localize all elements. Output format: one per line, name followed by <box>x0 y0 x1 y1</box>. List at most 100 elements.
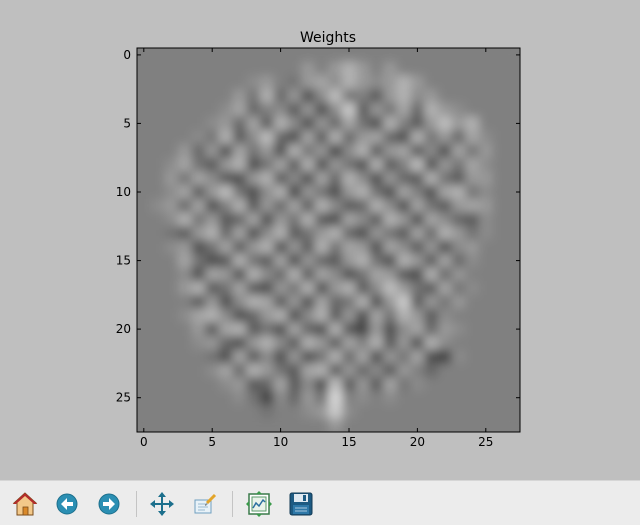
heatmap-cell <box>287 418 302 432</box>
heatmap-cell <box>355 336 371 351</box>
heatmap-cell <box>260 185 275 200</box>
heatmap-cell <box>451 157 466 173</box>
heatmap-cell <box>355 171 371 186</box>
heatmap-cell <box>328 171 343 186</box>
heatmap-cell <box>191 390 206 406</box>
heatmap-cell <box>219 281 234 296</box>
heatmap-cell <box>383 240 398 255</box>
heatmap-cell <box>342 349 357 365</box>
heatmap-cell <box>191 377 206 392</box>
heatmap-cell <box>492 294 507 310</box>
heatmap-cell <box>478 102 494 118</box>
heatmap-cell <box>191 253 206 269</box>
heatmap-cell <box>410 336 425 351</box>
heatmap-cell <box>369 226 384 241</box>
heatmap-cell <box>465 390 480 406</box>
heatmap-cell <box>355 185 371 200</box>
heatmap-cell <box>492 48 507 63</box>
home-button[interactable] <box>10 489 40 519</box>
back-button[interactable] <box>52 489 82 519</box>
heatmap-cell <box>506 336 520 351</box>
heatmap-cell <box>246 61 261 77</box>
heatmap-cell <box>342 267 357 282</box>
heatmap-cell <box>396 390 412 406</box>
heatmap-cell <box>342 377 357 392</box>
heatmap-cell <box>424 322 439 337</box>
heatmap-cell <box>150 116 165 131</box>
heatmap-cell <box>369 281 384 296</box>
heatmap-cell <box>205 240 220 255</box>
heatmap-cell <box>342 198 357 214</box>
pan-button[interactable] <box>147 489 177 519</box>
heatmap-cell <box>506 281 520 296</box>
heatmap-cell <box>164 418 179 432</box>
heatmap-cell <box>287 404 302 419</box>
heatmap-cell <box>301 390 316 406</box>
heatmap-cell <box>328 404 343 419</box>
heatmap-cell <box>314 308 330 323</box>
heatmap-cell <box>424 349 439 365</box>
heatmap-cell <box>150 198 165 214</box>
configure-subplots-button[interactable] <box>244 489 274 519</box>
heatmap-cell <box>178 61 193 77</box>
heatmap-cell <box>396 102 412 118</box>
heatmap-cell <box>150 390 165 406</box>
heatmap-cell <box>137 308 152 323</box>
heatmap-cell <box>260 171 275 186</box>
heatmap-cell <box>301 377 316 392</box>
heatmap-cell <box>150 281 165 296</box>
heatmap-cell <box>478 377 494 392</box>
heatmap-cell <box>492 89 507 104</box>
heatmap-cell <box>451 336 466 351</box>
heatmap-cell <box>328 48 343 63</box>
heatmap-cell <box>506 198 520 214</box>
heatmap-cell <box>492 281 507 296</box>
heatmap-cell <box>232 171 248 186</box>
heatmap-cell <box>465 48 480 63</box>
heatmap-cell <box>424 185 439 200</box>
heatmap-cell <box>219 226 234 241</box>
forward-button[interactable] <box>94 489 124 519</box>
heatmap-cell <box>191 267 206 282</box>
save-button[interactable] <box>286 489 316 519</box>
heatmap-cell <box>478 144 494 159</box>
heatmap-cell <box>396 130 412 145</box>
heatmap-cell <box>301 322 316 337</box>
x-tick-label: 0 <box>140 435 148 449</box>
heatmap-cell <box>164 157 179 173</box>
heatmap-cell <box>205 61 220 77</box>
heatmap-cell <box>232 116 248 131</box>
heatmap-cell <box>164 404 179 419</box>
heatmap-cell <box>273 294 289 310</box>
heatmap-cell <box>260 212 275 227</box>
heatmap-cell <box>164 363 179 378</box>
heatmap-cell <box>410 102 425 118</box>
heatmap-cell <box>137 363 152 378</box>
heatmap-cell <box>342 253 357 269</box>
heatmap-cell <box>383 281 398 296</box>
heatmap-cell <box>273 404 289 419</box>
heatmap-cell <box>164 390 179 406</box>
home-icon <box>12 492 38 516</box>
heatmap-cell <box>492 226 507 241</box>
heatmap-cell <box>314 185 330 200</box>
heatmap-cell <box>314 267 330 282</box>
heatmap-cell <box>451 418 466 432</box>
heatmap-cell <box>219 61 234 77</box>
zoom-button[interactable] <box>190 489 220 519</box>
heatmap-cell <box>219 294 234 310</box>
heatmap-cell <box>451 390 466 406</box>
heatmap-cell <box>451 253 466 269</box>
heatmap-cell <box>328 144 343 159</box>
heatmap-cell <box>273 144 289 159</box>
heatmap-cell <box>232 294 248 310</box>
heatmap-cell <box>164 130 179 145</box>
heatmap-cell <box>396 418 412 432</box>
heatmap-cell <box>150 130 165 145</box>
heatmap-cell <box>369 336 384 351</box>
heatmap-cell <box>314 157 330 173</box>
heatmap-cell <box>205 404 220 419</box>
heatmap-cell <box>478 363 494 378</box>
heatmap-cell <box>369 240 384 255</box>
heatmap-cell <box>273 89 289 104</box>
